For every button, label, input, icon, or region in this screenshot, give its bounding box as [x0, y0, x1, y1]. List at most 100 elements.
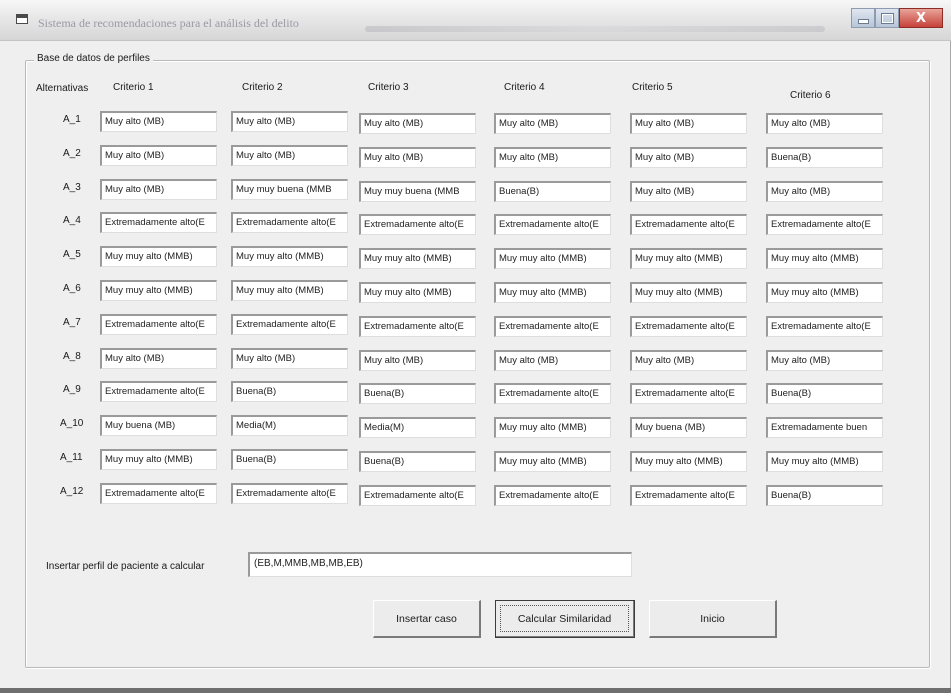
home-button[interactable]: Inicio	[649, 600, 777, 638]
row-label: A_8	[63, 351, 81, 362]
profile-cell-input[interactable]: Extremadamente alto(E	[100, 483, 217, 504]
patient-profile-input[interactable]: (EB,M,MMB,MB,MB,EB)	[248, 552, 632, 577]
row-label: A_2	[63, 148, 81, 159]
profile-cell-input[interactable]: Buena(B)	[231, 449, 348, 470]
profile-cell-input[interactable]: Muy muy alto (MMB)	[630, 451, 747, 472]
profile-cell-input[interactable]: Extremadamente buen	[766, 417, 883, 438]
insert-case-button[interactable]: Insertar caso	[373, 600, 481, 638]
profile-cell-input[interactable]: Muy alto (MB)	[231, 111, 348, 132]
profile-cell-input[interactable]: Muy muy buena (MMB	[359, 181, 476, 202]
column-header-6: Criterio 6	[790, 90, 831, 101]
profile-cell-input[interactable]: Muy muy alto (MMB)	[359, 282, 476, 303]
window-title: Sistema de recomendaciones para el análi…	[38, 16, 299, 30]
profile-cell-input[interactable]: Extremadamente alto(E	[494, 485, 611, 506]
profile-cell-input[interactable]: Muy alto (MB)	[231, 145, 348, 166]
profile-cell-input[interactable]: Extremadamente alto(E	[494, 316, 611, 337]
profile-cell-input[interactable]: Extremadamente alto(E	[100, 212, 217, 233]
profile-cell-input[interactable]: Muy alto (MB)	[766, 113, 883, 134]
profile-cell-input[interactable]: Muy muy alto (MMB)	[494, 282, 611, 303]
profile-cell-input[interactable]: Muy alto (MB)	[100, 145, 217, 166]
profile-cell-input[interactable]: Extremadamente alto(E	[630, 214, 747, 235]
column-header-2: Criterio 2	[242, 82, 283, 93]
row-label: A_11	[60, 452, 83, 463]
profile-cell-input[interactable]: Muy alto (MB)	[231, 348, 348, 369]
profile-cell-input[interactable]: Extremadamente alto(E	[494, 383, 611, 404]
alternatives-header: Alternativas	[36, 83, 89, 94]
profile-cell-input[interactable]: Muy buena (MB)	[100, 415, 217, 436]
minimize-button[interactable]	[851, 8, 875, 28]
profile-cell-input[interactable]: Extremadamente alto(E	[630, 485, 747, 506]
profile-cell-input[interactable]: Extremadamente alto(E	[359, 214, 476, 235]
calculate-similarity-button[interactable]: Calcular Similaridad	[495, 600, 635, 638]
profile-cell-input[interactable]: Buena(B)	[359, 383, 476, 404]
column-header-1: Criterio 1	[113, 82, 154, 93]
profile-cell-input[interactable]: Extremadamente alto(E	[766, 316, 883, 337]
maximize-button[interactable]	[875, 8, 899, 28]
profile-cell-input[interactable]: Muy muy alto (MMB)	[494, 417, 611, 438]
profile-cell-input[interactable]: Muy alto (MB)	[359, 147, 476, 168]
profile-cell-input[interactable]: Buena(B)	[766, 383, 883, 404]
profile-cell-input[interactable]: Muy muy alto (MMB)	[494, 248, 611, 269]
profile-cell-input[interactable]: Media(M)	[231, 415, 348, 436]
app-window-icon	[16, 14, 28, 24]
profile-cell-input[interactable]: Muy muy alto (MMB)	[231, 280, 348, 301]
row-label: A_10	[60, 418, 84, 429]
profile-cell-input[interactable]: Extremadamente alto(E	[766, 214, 883, 235]
column-header-3: Criterio 3	[368, 82, 409, 93]
profile-cell-input[interactable]: Muy alto (MB)	[766, 181, 883, 202]
profile-cell-input[interactable]: Muy alto (MB)	[630, 181, 747, 202]
profile-cell-input[interactable]: Muy muy alto (MMB)	[630, 248, 747, 269]
row-label: A_7	[63, 317, 81, 328]
profile-cell-input[interactable]: Extremadamente alto(E	[630, 383, 747, 404]
profile-cell-input[interactable]: Muy muy alto (MMB)	[766, 282, 883, 303]
profile-cell-input[interactable]: Extremadamente alto(E	[231, 314, 348, 335]
profile-cell-input[interactable]: Buena(B)	[231, 381, 348, 402]
profile-cell-input[interactable]: Muy alto (MB)	[494, 147, 611, 168]
profile-cell-input[interactable]: Buena(B)	[494, 181, 611, 202]
row-label: A_5	[63, 249, 81, 260]
profile-cell-input[interactable]: Muy muy alto (MMB)	[231, 246, 348, 267]
row-label: A_4	[63, 215, 81, 226]
profile-cell-input[interactable]: Muy alto (MB)	[630, 113, 747, 134]
profile-cell-input[interactable]: Muy alto (MB)	[359, 350, 476, 371]
profile-cell-input[interactable]: Muy alto (MB)	[100, 111, 217, 132]
profile-cell-input[interactable]: Buena(B)	[766, 485, 883, 506]
profile-cell-input[interactable]: Buena(B)	[359, 451, 476, 472]
row-label: A_1	[63, 114, 81, 125]
profile-cell-input[interactable]: Extremadamente alto(E	[359, 485, 476, 506]
patient-profile-label: Insertar perfil de paciente a calcular	[46, 561, 205, 572]
profile-cell-input[interactable]: Muy buena (MB)	[630, 417, 747, 438]
profile-cell-input[interactable]: Muy muy alto (MMB)	[494, 451, 611, 472]
row-label: A_9	[63, 384, 81, 395]
profile-cell-input[interactable]: Muy muy alto (MMB)	[766, 248, 883, 269]
profile-cell-input[interactable]: Extremadamente alto(E	[231, 212, 348, 233]
profile-cell-input[interactable]: Extremadamente alto(E	[630, 316, 747, 337]
groupbox-legend: Base de datos de perfiles	[34, 53, 153, 64]
profile-cell-input[interactable]: Muy alto (MB)	[494, 350, 611, 371]
profile-cell-input[interactable]: Muy alto (MB)	[100, 179, 217, 200]
profile-cell-input[interactable]: Muy alto (MB)	[630, 147, 747, 168]
profile-cell-input[interactable]: Muy alto (MB)	[359, 113, 476, 134]
profile-cell-input[interactable]: Muy alto (MB)	[494, 113, 611, 134]
profile-cell-input[interactable]: Muy muy alto (MMB)	[630, 282, 747, 303]
maximize-icon	[880, 12, 894, 24]
profile-cell-input[interactable]: Media(M)	[359, 417, 476, 438]
profile-cell-input[interactable]: Extremadamente alto(E	[100, 381, 217, 402]
profile-cell-input[interactable]: Extremadamente alto(E	[231, 483, 348, 504]
minimize-icon	[857, 18, 869, 24]
profile-cell-input[interactable]: Muy muy alto (MMB)	[766, 451, 883, 472]
title-bar[interactable]: Sistema de recomendaciones para el análi…	[0, 0, 951, 41]
profile-cell-input[interactable]: Muy muy alto (MMB)	[359, 248, 476, 269]
profile-cell-input[interactable]: Muy muy buena (MMB	[231, 179, 348, 200]
profile-cell-input[interactable]: Extremadamente alto(E	[359, 316, 476, 337]
profile-cell-input[interactable]: Muy alto (MB)	[630, 350, 747, 371]
close-button[interactable]: X	[899, 8, 943, 28]
profile-cell-input[interactable]: Muy muy alto (MMB)	[100, 280, 217, 301]
profile-cell-input[interactable]: Muy alto (MB)	[100, 348, 217, 369]
profile-cell-input[interactable]: Muy muy alto (MMB)	[100, 246, 217, 267]
profile-cell-input[interactable]: Extremadamente alto(E	[100, 314, 217, 335]
profile-cell-input[interactable]: Extremadamente alto(E	[494, 214, 611, 235]
profile-cell-input[interactable]: Muy alto (MB)	[766, 350, 883, 371]
profile-cell-input[interactable]: Muy muy alto (MMB)	[100, 449, 217, 470]
profile-cell-input[interactable]: Buena(B)	[766, 147, 883, 168]
